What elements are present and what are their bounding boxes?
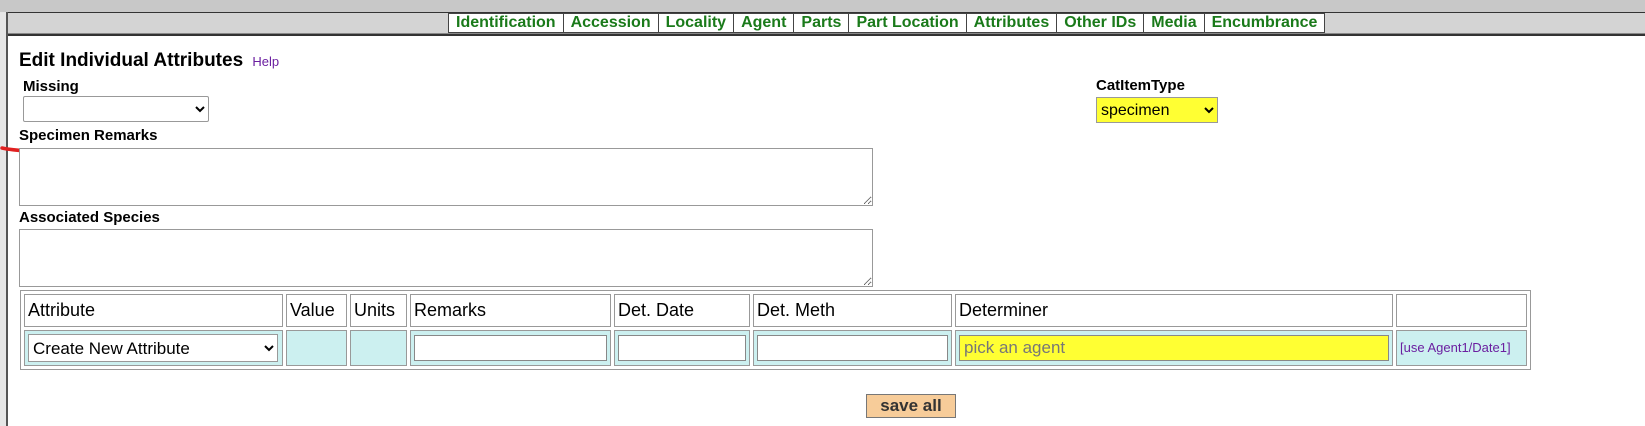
det-meth-input[interactable] [757,335,948,361]
det-date-cell [614,330,750,366]
use-agent-cell: [use Agent1/Date1] [1396,330,1527,366]
units-cell [350,330,407,366]
header-det-meth: Det. Meth [753,294,952,327]
tab-parts[interactable]: Parts [793,13,849,33]
divider [8,34,1645,36]
header-det-date: Det. Date [614,294,750,327]
determiner-cell [955,330,1393,366]
value-cell [286,330,347,366]
remarks-input[interactable] [414,335,607,361]
tab-attributes[interactable]: Attributes [965,13,1057,33]
header-value: Value [286,294,347,327]
tab-agent[interactable]: Agent [733,13,794,33]
tab-media[interactable]: Media [1143,13,1204,33]
remarks-cell [410,330,611,366]
tab-other-ids[interactable]: Other IDs [1056,13,1144,33]
catitemtype-label: CatItemType [1096,77,1185,94]
page-title: Edit Individual Attributes Help [19,50,279,72]
attribute-cell: Create New Attribute [24,330,283,366]
specimen-remarks-textarea[interactable] [19,148,873,206]
missing-label: Missing [23,78,79,95]
help-link[interactable]: Help [252,54,279,69]
tab-locality[interactable]: Locality [657,13,734,33]
attributes-header-row: Attribute Value Units Remarks Det. Date … [24,294,1527,327]
header-remarks: Remarks [410,294,611,327]
header-attribute: Attribute [24,294,283,327]
left-window-edge [0,12,8,426]
header-units: Units [350,294,407,327]
tab-part-location[interactable]: Part Location [848,13,966,33]
attributes-table: Attribute Value Units Remarks Det. Date … [20,290,1531,370]
attribute-select[interactable]: Create New Attribute [28,334,278,362]
tab-bar: Identification Accession Locality Agent … [8,13,1645,34]
header-determiner: Determiner [955,294,1393,327]
save-all-button[interactable]: save all [866,394,956,418]
det-date-input[interactable] [618,335,746,361]
missing-select[interactable] [23,96,209,122]
tab-list: Identification Accession Locality Agent … [448,13,1326,33]
header-actions [1396,294,1527,327]
use-agent-date-link[interactable]: [use Agent1/Date1] [1397,340,1514,355]
tab-encumbrance[interactable]: Encumbrance [1203,13,1326,33]
page-title-text: Edit Individual Attributes [19,50,244,71]
new-attribute-row: Create New Attribute [use Agent1/Date1] [24,330,1527,366]
tab-identification[interactable]: Identification [448,13,563,33]
associated-species-textarea[interactable] [19,229,873,287]
catitemtype-select[interactable]: specimen [1096,97,1218,123]
tab-accession[interactable]: Accession [562,13,658,33]
top-strip [0,0,1645,14]
det-meth-cell [753,330,952,366]
associated-species-label: Associated Species [19,209,160,226]
determiner-input[interactable] [959,335,1389,361]
